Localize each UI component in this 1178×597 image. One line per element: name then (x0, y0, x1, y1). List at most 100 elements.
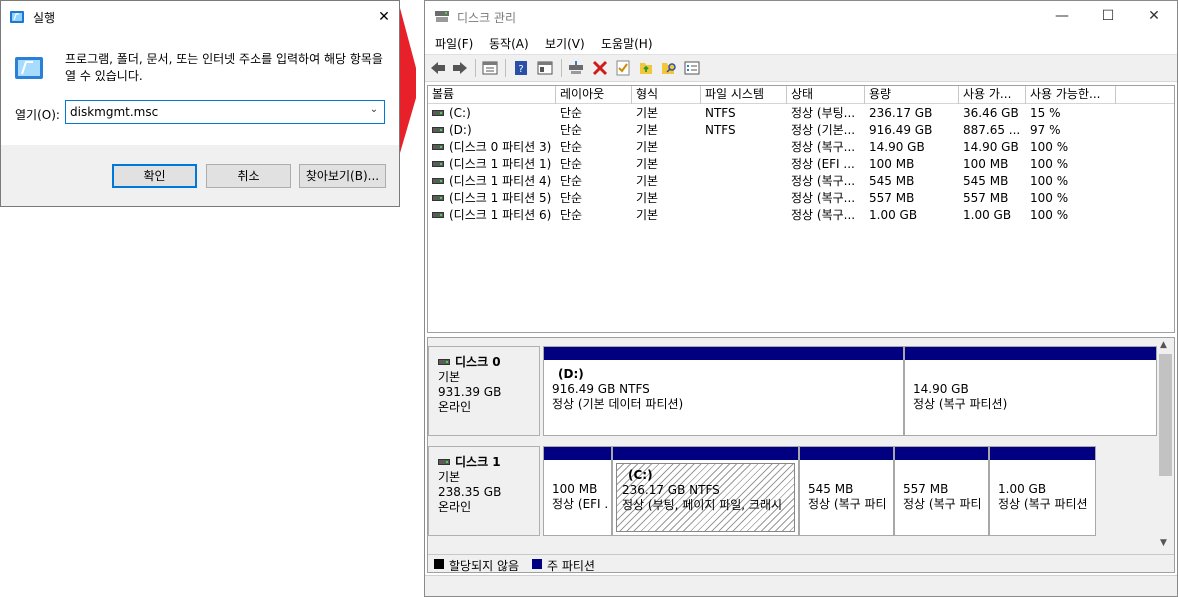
table-cell: 14.90 GB (865, 139, 959, 156)
cell-text: 기본 (636, 157, 659, 171)
close-icon[interactable]: ✕ (1131, 1, 1177, 32)
partition-status: 정상 (복구 파티션 (998, 497, 1088, 511)
cancel-button[interactable]: 취소 (206, 164, 291, 188)
cell-text: 기본 (636, 174, 659, 188)
table-row[interactable]: (디스크 0 파티션 3) 단순 기본 정상 (복구... 14.90 GB 14.90 … (428, 139, 1174, 156)
primary-partition-bar (895, 447, 988, 460)
table-cell: NTFS (701, 105, 787, 122)
table-cell: NTFS (701, 122, 787, 139)
table-cell: 100 MB (959, 156, 1026, 173)
table-cell: 236.17 GB (865, 105, 959, 122)
column-percent-free[interactable]: 사용 가능한... (1026, 86, 1116, 104)
chevron-down-icon[interactable]: ▼ (1160, 538, 1167, 548)
open-input[interactable]: diskmgmt.msc ⌄ (65, 100, 385, 124)
column-status[interactable]: 상태 (787, 86, 865, 104)
cell-text: 100 MB (869, 157, 915, 171)
help-icon[interactable]: ? (512, 59, 530, 77)
partition-recovery-4[interactable]: 545 MB 정상 (복구 파티 (799, 446, 894, 536)
export-list-icon[interactable] (536, 59, 554, 77)
column-file-system[interactable]: 파일 시스템 (701, 86, 787, 104)
table-cell: 단순 (556, 207, 632, 224)
table-cell: 36.46 GB (959, 105, 1026, 122)
menu-bar: 파일(F) 동작(A) 보기(V) 도움말(H) (425, 32, 1177, 54)
partition-recovery-5[interactable]: 557 MB 정상 (복구 파티 (894, 446, 989, 536)
run-titlebar[interactable]: 실행 ✕ (1, 1, 399, 33)
disk-info-1[interactable]: 디스크 1 기본 238.35 GB 온라인 (428, 446, 540, 536)
connect-disk-icon[interactable] (567, 59, 585, 77)
table-row[interactable]: (디스크 1 파티션 1) 단순 기본 정상 (EFI ... 100 MB 100 MB… (428, 156, 1174, 173)
table-cell: (디스크 0 파티션 3) (428, 139, 556, 156)
cell-text: 기본 (636, 140, 659, 154)
table-row[interactable]: (디스크 1 파티션 6) 단순 기본 정상 (복구... 1.00 GB 1.00 GB… (428, 207, 1174, 224)
table-cell: 1.00 GB (959, 207, 1026, 224)
dm-titlebar[interactable]: 디스크 관리 — ☐ ✕ (425, 1, 1177, 32)
table-cell: 기본 (632, 190, 701, 207)
cell-text: 기본 (636, 191, 659, 205)
column-volume[interactable]: 볼륨 (428, 86, 556, 104)
cell-text: (디스크 1 파티션 5) (449, 191, 552, 205)
scrollbar-thumb[interactable] (1159, 354, 1172, 476)
cell-text: 100 MB (963, 157, 1009, 171)
table-row[interactable]: (디스크 1 파티션 5) 단순 기본 정상 (복구... 557 MB 557 MB 10… (428, 190, 1174, 207)
partition-size: 545 MB (808, 482, 854, 496)
close-icon[interactable]: ✕ (369, 1, 399, 33)
import-icon[interactable] (637, 59, 655, 77)
partition-recovery-6[interactable]: 1.00 GB 정상 (복구 파티션 (989, 446, 1096, 536)
vertical-scrollbar[interactable]: ▲ ▼ (1157, 338, 1174, 553)
cell-text: 100 % (1030, 191, 1069, 205)
check-icon[interactable] (614, 59, 632, 77)
partition-d[interactable]: (D:) 916.49 GB NTFS 정상 (기본 데이터 파티션) (543, 346, 904, 436)
menu-file[interactable]: 파일(F) (435, 35, 473, 52)
settings-list-icon[interactable] (683, 59, 701, 77)
table-row[interactable]: (디스크 1 파티션 4) 단순 기본 정상 (복구... 545 MB 545 MB 10… (428, 173, 1174, 190)
table-cell: 정상 (EFI ... (787, 156, 865, 173)
cell-text: NTFS (705, 123, 736, 137)
partition-size: 14.90 GB (913, 382, 969, 396)
partition-efi[interactable]: 100 MB 정상 (EFI ... (543, 446, 612, 536)
cell-text: 정상 (부팅... (791, 106, 856, 120)
disk-name: 디스크 1 (455, 455, 501, 469)
chevron-down-icon[interactable]: ⌄ (366, 104, 382, 120)
cell-text: 정상 (기본... (791, 123, 856, 137)
minimize-icon[interactable]: — (1039, 1, 1085, 32)
open-label: 열기(O): (15, 108, 60, 122)
disk-row-0[interactable]: 디스크 0 기본 931.39 GB 온라인 (D:) 916.49 GB NT… (428, 346, 1158, 436)
column-free-space[interactable]: 사용 가... (959, 86, 1026, 104)
column-type[interactable]: 형식 (632, 86, 701, 104)
table-cell: 기본 (632, 139, 701, 156)
chevron-up-icon[interactable]: ▲ (1160, 340, 1167, 350)
table-row[interactable]: (C:) 단순 기본 NTFS 정상 (부팅... 236.17 GB 36.46 GB 15… (428, 105, 1174, 122)
run-description: 프로그램, 폴더, 문서, 또는 인터넷 주소를 입력하여 해당 항목을 열 수… (65, 52, 383, 83)
cell-text: 정상 (EFI ... (791, 157, 855, 171)
partition-status: 정상 (복구 파티 (808, 497, 887, 511)
legend-bar: 할당되지 않음 주 파티션 (428, 554, 1174, 572)
table-cell: 정상 (기본... (787, 122, 865, 139)
forward-arrow-icon[interactable] (451, 59, 469, 77)
column-layout[interactable]: 레이아웃 (556, 86, 632, 104)
table-row[interactable]: (D:) 단순 기본 NTFS 정상 (기본... 916.49 GB 887.65 ...… (428, 122, 1174, 139)
partition-recovery-disk0[interactable]: 14.90 GB 정상 (복구 파티션) (904, 346, 1157, 436)
delete-icon[interactable] (591, 59, 609, 77)
column-capacity[interactable]: 용량 (865, 86, 959, 104)
back-arrow-icon[interactable] (429, 59, 447, 77)
maximize-icon[interactable]: ☐ (1085, 1, 1131, 32)
table-cell: 916.49 GB (865, 122, 959, 139)
disk-row-1[interactable]: 디스크 1 기본 238.35 GB 온라인 100 MB 정상 (EFI ..… (428, 446, 1158, 536)
menu-view[interactable]: 보기(V) (545, 35, 585, 52)
cell-text: 14.90 GB (869, 140, 925, 154)
menu-action[interactable]: 동작(A) (489, 35, 529, 52)
menu-help[interactable]: 도움말(H) (601, 35, 653, 52)
properties-pane-icon[interactable] (481, 59, 499, 77)
table-cell: 887.65 ... (959, 122, 1026, 139)
table-cell: 기본 (632, 173, 701, 190)
table-cell: 100 % (1026, 207, 1116, 224)
browse-button[interactable]: 찾아보기(B)... (299, 164, 386, 188)
ok-button[interactable]: 확인 (112, 164, 197, 188)
cell-text: (디스크 1 파티션 1) (449, 157, 552, 171)
table-cell: 단순 (556, 122, 632, 139)
partition-c[interactable]: (C:) 236.17 GB NTFS 정상 (부팅, 페이지 파일, 크래시 (612, 446, 799, 536)
search-folder-icon[interactable] (660, 59, 678, 77)
cell-text: 단순 (560, 140, 583, 154)
primary-partition-bar (990, 447, 1095, 460)
disk-info-0[interactable]: 디스크 0 기본 931.39 GB 온라인 (428, 346, 540, 436)
